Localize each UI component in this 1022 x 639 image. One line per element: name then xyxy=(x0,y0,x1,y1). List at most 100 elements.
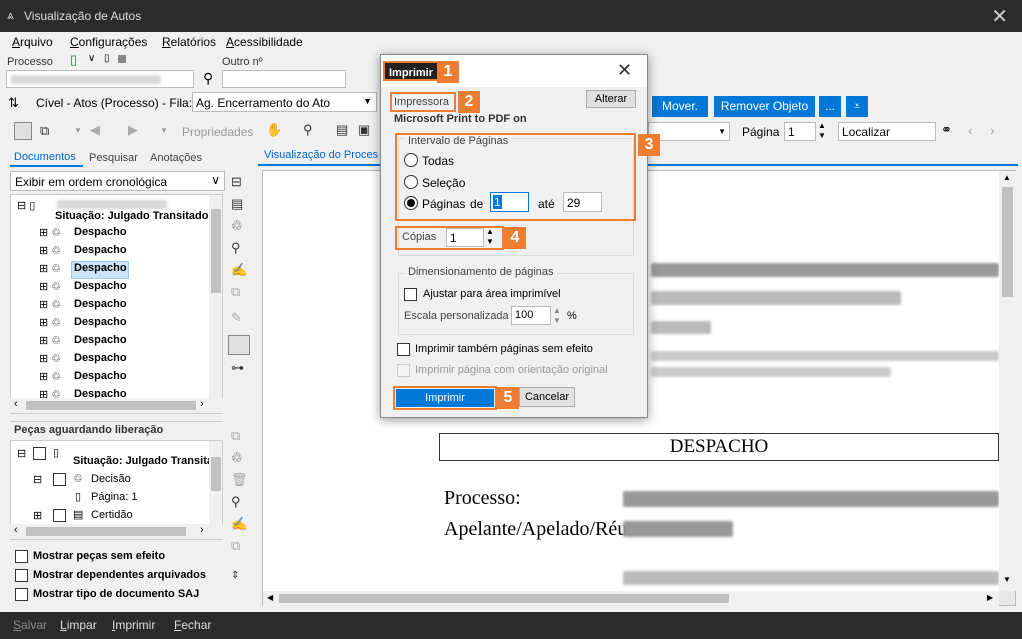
tree-hscrollbar[interactable]: ‹ › xyxy=(10,398,223,413)
outro-input[interactable] xyxy=(222,70,346,88)
sign-icon[interactable]: ✍ xyxy=(231,262,247,278)
binoculars-icon[interactable]: ⚭ xyxy=(941,122,952,138)
pagina-label[interactable]: Página: 1 xyxy=(91,491,137,503)
tree-expand[interactable]: ⊞ ♲ xyxy=(39,262,61,280)
tree-expand[interactable]: ⊞ ♲ xyxy=(39,370,61,388)
document-view-button[interactable] xyxy=(14,122,32,140)
tree-expand[interactable]: ⊞ ♲ xyxy=(39,226,61,244)
viewer-hscrollbar[interactable]: ◀ ▶ xyxy=(263,591,999,606)
viewer-vscrollbar[interactable]: ▲ ▼ xyxy=(999,171,1016,591)
find-input[interactable]: Localizar xyxy=(838,122,936,141)
next-icon[interactable]: ▶ xyxy=(128,122,138,138)
tab-documentos[interactable]: Documentos xyxy=(14,151,76,163)
decisao-label[interactable]: Decisão xyxy=(91,473,131,485)
tree-expand[interactable]: ⊞ ♲ xyxy=(39,298,61,316)
list-icon[interactable]: ▤ xyxy=(231,196,243,212)
menu-relatorios[interactable]: Relatórios xyxy=(162,35,216,49)
processo-input[interactable] xyxy=(6,70,194,88)
zoom-icon[interactable]: ⚲ xyxy=(303,122,313,138)
tree-expand[interactable]: ⊞ ♲ xyxy=(39,316,61,334)
imprimir-button[interactable]: Imprimir xyxy=(396,389,494,407)
sem-efeito-checkbox[interactable] xyxy=(397,343,410,356)
escala-spinner[interactable]: ▲ ▼ xyxy=(553,306,561,326)
tree-root[interactable]: ⊟ ▯ xyxy=(17,199,35,217)
tree-item[interactable]: Despacho xyxy=(74,244,127,262)
copy-icon-2[interactable]: ⧉ xyxy=(231,428,240,444)
orientacao-checkbox[interactable] xyxy=(397,364,410,377)
flag-icon[interactable]: ▯ xyxy=(104,53,110,64)
menu-configuracoes[interactable]: Configurações xyxy=(70,35,147,49)
certificate-icon[interactable]: ♲ xyxy=(231,218,243,234)
limpar-button[interactable]: Limpar xyxy=(60,618,97,632)
close-window-icon[interactable]: ✕ xyxy=(991,4,1008,29)
show-archived-label[interactable]: Mostrar dependentes arquivados xyxy=(33,569,206,581)
tree-item-selected[interactable]: Despacho xyxy=(71,261,129,279)
tree-item[interactable]: Despacho xyxy=(74,226,127,244)
tab-pesquisar[interactable]: Pesquisar xyxy=(89,152,138,164)
decisao-checkbox[interactable] xyxy=(53,473,66,486)
scrollbar-thumb[interactable] xyxy=(211,457,221,491)
escala-input[interactable]: 100 xyxy=(511,306,551,325)
copias-input[interactable]: 1 xyxy=(446,228,484,247)
selecao-label[interactable]: Seleção xyxy=(422,176,465,190)
fit-width-icon[interactable]: ▤ xyxy=(336,122,348,138)
tree-expand-icon[interactable]: ⊞ xyxy=(33,509,42,522)
branch-icon[interactable]: ⊶ xyxy=(231,360,244,376)
imprimir-bottom-button[interactable]: Imprimir xyxy=(112,618,155,632)
tree-expand[interactable]: ⊞ ♲ xyxy=(39,280,61,298)
tree-scrollbar[interactable] xyxy=(209,195,222,413)
copias-spinner[interactable]: ▲ ▼ xyxy=(486,227,494,247)
move-button[interactable]: Mover. xyxy=(652,96,708,117)
collapse-icon[interactable]: ⇕ xyxy=(231,570,239,581)
show-no-effect-label[interactable]: Mostrar peças sem efeito xyxy=(33,550,165,562)
tree-item[interactable]: Despacho xyxy=(74,316,127,334)
stamp-icon[interactable]: ⚲ xyxy=(231,240,241,256)
note-button[interactable] xyxy=(228,335,250,355)
more-button[interactable]: ... xyxy=(819,96,841,117)
copy-icon[interactable]: ⧉ xyxy=(231,284,240,300)
alterar-button[interactable]: Alterar xyxy=(586,90,636,108)
tree-item[interactable]: Despacho xyxy=(74,352,127,370)
fechar-button[interactable]: Fechar xyxy=(174,618,211,632)
menu-arquivo[interactable]: Arquivo xyxy=(12,35,53,49)
remove-object-button[interactable]: Remover Objeto xyxy=(714,96,815,117)
orientacao-label[interactable]: Imprimir página com orientação original xyxy=(415,364,608,376)
order-select[interactable]: Exibir em ordem cronológica ∨ xyxy=(10,171,225,191)
salvar-button[interactable]: Salvar xyxy=(13,618,47,632)
sort-icon[interactable]: ⇅ xyxy=(8,95,19,111)
cancelar-button[interactable]: Cancelar xyxy=(519,387,575,407)
show-no-effect-checkbox[interactable] xyxy=(15,550,28,563)
ajustar-checkbox[interactable] xyxy=(404,288,417,301)
tree-item[interactable]: Despacho xyxy=(74,280,127,298)
tree-item[interactable]: Despacho xyxy=(74,298,127,316)
paginas-radio[interactable] xyxy=(404,196,418,210)
find-prev-icon[interactable]: ‹ xyxy=(968,122,973,138)
tree-item[interactable]: Despacho xyxy=(74,334,127,352)
ajustar-label[interactable]: Ajustar para área imprimível xyxy=(423,288,561,300)
tree-collapse-icon[interactable]: ⊟ xyxy=(17,447,26,460)
certidao-checkbox[interactable] xyxy=(53,509,66,522)
page-spinner[interactable]: ▲ ▼ xyxy=(818,121,826,141)
tree-collapse-icon[interactable]: ⊟ xyxy=(33,473,42,486)
todas-label[interactable]: Todas xyxy=(422,154,454,168)
edit-icon[interactable]: ✎ xyxy=(231,310,242,326)
selecao-radio[interactable] xyxy=(404,175,418,189)
chevron-down-icon[interactable]: ∨ xyxy=(88,53,95,64)
tree-expand[interactable]: ⊞ ♲ xyxy=(39,334,61,352)
show-archived-checkbox[interactable] xyxy=(15,569,28,582)
queue-select[interactable]: Ag. Encerramento do Ato ▼ xyxy=(192,92,377,112)
pending-hscrollbar[interactable]: ‹ › xyxy=(10,524,223,539)
page-input[interactable]: 1 xyxy=(784,122,816,141)
show-doctype-label[interactable]: Mostrar tipo de documento SAJ xyxy=(33,588,199,600)
scrollbar-thumb[interactable] xyxy=(211,209,221,293)
new-document-icon[interactable]: ▯ xyxy=(70,52,77,68)
viewer-tab[interactable]: Visualização do Proces xyxy=(258,147,380,165)
propriedades-button[interactable]: Propriedades xyxy=(182,125,253,139)
certificate-icon-2[interactable]: ♲ xyxy=(231,450,243,466)
certidao-label[interactable]: Certidão xyxy=(91,509,133,521)
search-icon[interactable]: ⚲ xyxy=(203,70,213,87)
todas-radio[interactable] xyxy=(404,153,418,167)
pending-root-checkbox[interactable] xyxy=(33,447,46,460)
stamp-icon-2[interactable]: ⚲ xyxy=(231,494,241,510)
zoom-select[interactable]: ▼ xyxy=(648,122,730,141)
